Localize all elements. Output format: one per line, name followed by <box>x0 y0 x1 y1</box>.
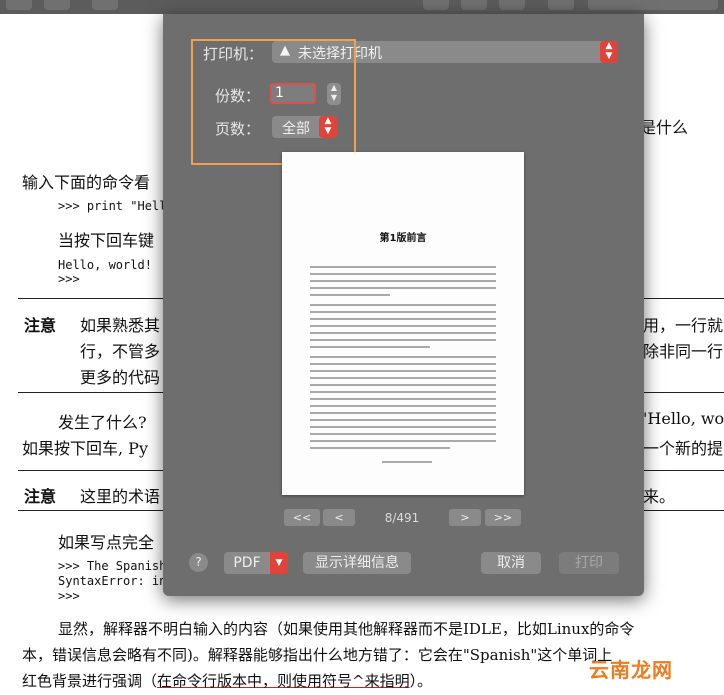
doc-note-label: 注意 <box>24 316 57 335</box>
copies-stepper[interactable]: ▲ ▼ <box>327 83 341 105</box>
doc-note-line1-right: 用，一行就 <box>643 316 724 335</box>
preview-text-line <box>310 266 496 268</box>
printer-label: 打印机： <box>203 45 264 63</box>
preview-text-line <box>310 280 496 282</box>
app-toolbar <box>0 0 724 14</box>
watermark-logo: 云南龙网 <box>589 658 673 682</box>
preview-text-line <box>310 419 496 421</box>
preview-text-line <box>310 426 496 428</box>
share-icon[interactable] <box>92 0 118 10</box>
chevron-down-icon[interactable]: ▼ <box>270 552 288 574</box>
doc-note-line2-right: 除非同一行 <box>643 342 724 361</box>
print-preview-page: 第1版前言 <box>282 152 524 495</box>
preview-text-line <box>382 461 432 463</box>
chevron-updown-icon[interactable]: ▲ ▼ <box>319 116 337 138</box>
preview-text-line <box>310 325 496 327</box>
sidebar-icon[interactable] <box>499 0 525 10</box>
printer-value: 未选择打印机 <box>298 46 382 62</box>
show-details-button[interactable]: 显示详细信息 <box>303 552 411 574</box>
doc-note-line2-left: 行，不管多 <box>80 342 161 361</box>
doc-input-prompt: 输入下面的命令看 <box>22 173 151 192</box>
preview-text-line <box>310 391 496 393</box>
preview-text-line <box>310 398 496 400</box>
preview-text-line <box>310 346 430 348</box>
printer-select[interactable]: ▲ 未选择打印机 ▲ ▼ <box>272 41 618 63</box>
preview-text-line <box>310 304 496 306</box>
search-field[interactable] <box>588 0 718 10</box>
preview-text-line <box>310 447 450 449</box>
next-page-button[interactable]: > <box>449 509 481 526</box>
doc-paragraph-3-emphasis: 在命令行版本中，则使用符号^来指明 <box>157 672 410 690</box>
preview-text-line <box>310 339 496 341</box>
doc-if-write: 如果写点完全 <box>58 533 155 552</box>
doc-enter-right: 一个新的提 <box>643 439 724 458</box>
zoom-out-icon[interactable] <box>6 0 32 10</box>
rotate-icon[interactable] <box>461 0 487 10</box>
copies-field[interactable]: 1 <box>270 83 316 104</box>
preview-text-line <box>310 412 496 414</box>
doc-happened-left: 发生了什么? <box>58 413 147 432</box>
doc-enter-left: 如果按下回车, Py <box>22 439 148 458</box>
doc-paragraph-3-suffix: ）。 <box>409 672 433 690</box>
doc-note-line3: 更多的代码 <box>80 368 161 387</box>
cancel-button[interactable]: 取消 <box>481 552 541 574</box>
doc-code-spanish: >>> The Spanish <box>58 559 167 573</box>
preview-text-line <box>310 405 496 407</box>
chevron-updown-icon[interactable]: ▲ ▼ <box>600 41 618 63</box>
doc-note2-left: 这里的术语 <box>80 487 161 506</box>
pages-value: 全部 <box>282 121 310 137</box>
doc-prompt: >>> <box>58 272 80 286</box>
preview-text-line <box>310 294 390 296</box>
preview-title: 第1版前言 <box>379 233 427 244</box>
preview-text-line <box>310 377 496 379</box>
preview-text-line <box>310 384 496 386</box>
preview-text-line <box>310 318 496 320</box>
doc-paragraph-2: 本，错误信息会略有不同)。解释器能够指出什么地方错了：它会在"Spanish"这… <box>22 646 613 664</box>
doc-note2-label: 注意 <box>24 487 57 506</box>
preview-text-line <box>310 356 496 358</box>
preview-text-line <box>310 363 496 365</box>
pages-select[interactable]: 全部 ▲ ▼ <box>272 116 337 138</box>
doc-note2-right: 来。 <box>643 487 676 506</box>
page-indicator: 8/491 <box>384 511 420 525</box>
preview-text-line <box>310 273 496 275</box>
print-button[interactable]: 打印 <box>559 552 619 574</box>
doc-prompt-end: >>> <box>58 589 80 603</box>
preview-text-line <box>310 311 496 313</box>
preview-text-line <box>310 433 496 435</box>
pdf-button[interactable]: PDF <box>224 552 270 574</box>
zoom-in-icon[interactable] <box>44 0 70 10</box>
warning-triangle-icon: ▲ <box>280 43 290 58</box>
doc-output-hello: Hello, world! <box>58 258 152 272</box>
prev-page-button[interactable]: < <box>323 509 355 526</box>
copies-label: 份数： <box>215 87 261 105</box>
doc-paragraph-3: 红色背景进行强调（在命令行版本中，则使用符号^来指明）。 <box>22 670 432 691</box>
preview-text-line <box>310 440 496 442</box>
first-page-button[interactable]: << <box>284 509 320 526</box>
info-icon[interactable] <box>548 0 574 10</box>
doc-code-print: >>> print "Hello <box>58 199 174 213</box>
doc-paragraph-3-prefix: 红色背景进行强调（ <box>22 672 158 690</box>
last-page-button[interactable]: >> <box>485 509 521 526</box>
preview-text-line <box>310 287 496 289</box>
doc-enter-text: 当按下回车键 <box>58 231 155 250</box>
doc-syntax-error: SyntaxError: inv <box>58 574 174 588</box>
preview-text-line <box>310 332 496 334</box>
markup-icon[interactable] <box>423 0 449 10</box>
print-dialog: 打印机： ▲ 未选择打印机 ▲ ▼ 份数： 1 ▲ ▼ 页数： 全部 ▲ ▼ 第1版前… <box>163 14 644 596</box>
pages-label: 页数： <box>215 120 261 138</box>
preview-text-line <box>310 370 496 372</box>
help-button[interactable]: ? <box>189 553 208 572</box>
doc-happened-right: 'Hello, wor <box>643 409 724 428</box>
doc-note-line1-left: 如果熟悉其 <box>80 316 161 335</box>
doc-paragraph-1: 显然，解释器不明白输入的内容（如果使用其他解释器而不是IDLE，比如Linux的… <box>58 620 635 638</box>
